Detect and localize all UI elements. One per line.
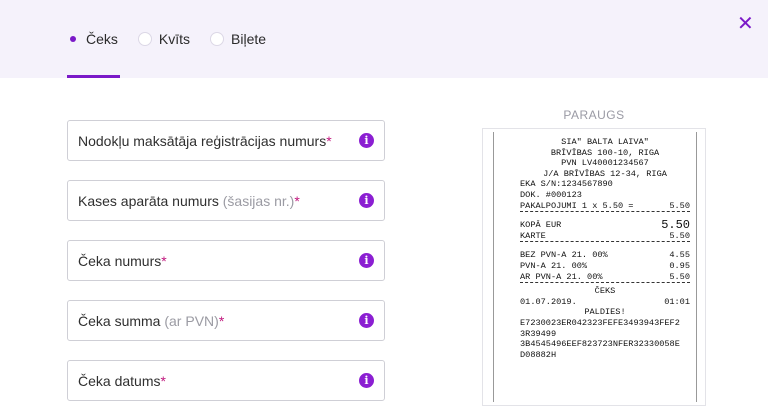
info-icon[interactable]: i	[359, 373, 374, 388]
receipt-total-row: KOPĀ EUR 5.50	[520, 218, 690, 233]
receipt-dok: DOK. #000123	[520, 189, 582, 200]
cash-register-number-field[interactable]: Kases aparāta numurs (šasijas nr.)* i	[67, 180, 385, 221]
receipt-company: SIA" BALTA LAIVA"	[561, 137, 649, 147]
receipt-amount-field[interactable]: Čeka summa (ar PVN)* i	[67, 300, 385, 341]
receipt-code: E7230023ER042323FEFE3493943FEF2	[520, 317, 680, 328]
field-label: Čeka datums*	[78, 373, 166, 389]
receipt-pvn: PVN LV40001234567	[561, 158, 649, 169]
field-label: Čeka summa (ar PVN)*	[78, 313, 225, 329]
sample-receipt: SIA" BALTA LAIVA" BRĪVĪBAS 100-10, RIGA …	[482, 128, 706, 406]
radio-empty-icon[interactable]	[210, 32, 225, 46]
receipt-card-row: KARTE 5.50	[520, 230, 690, 243]
receipt-date-field[interactable]: Čeka datums* i	[67, 360, 385, 401]
receipt-code: 3B4545496EEF823723NFER32330058E	[520, 339, 680, 350]
tab-label: Kvīts	[158, 31, 191, 47]
close-icon[interactable]: ✕	[737, 14, 754, 34]
receipt-paper: SIA" BALTA LAIVA" BRĪVĪBAS 100-10, RIGA …	[493, 132, 697, 402]
tab-kvits[interactable]: Kvīts	[137, 31, 191, 47]
receipt-address: J/A BRĪVĪBAS 12-34, RIGA	[543, 168, 667, 179]
tab-label: Čeks	[86, 31, 118, 47]
info-icon[interactable]: i	[359, 313, 374, 328]
receipt-datetime-row: 01.07.2019. 01:01	[520, 296, 690, 307]
receipt-thanks: PALDIES!	[584, 307, 626, 318]
receipt-code: 3R39499	[520, 328, 557, 339]
receipt-code: D08882H	[520, 349, 557, 360]
info-icon[interactable]: i	[359, 193, 374, 208]
info-icon[interactable]: i	[359, 133, 374, 148]
radio-selected-icon[interactable]	[67, 32, 79, 46]
radio-empty-icon[interactable]	[137, 32, 152, 46]
receipt-vat-row: PVN-A 21. 00% 0.95	[520, 260, 690, 271]
receipt-vat-row: AR PVN-A 21. 00% 5.50	[520, 271, 690, 284]
active-tab-underline	[67, 75, 120, 78]
field-label: Nodokļu maksātāja reģistrācijas numurs*	[78, 133, 332, 149]
tab-bilete[interactable]: Biļete	[210, 31, 266, 47]
receipt-number-field[interactable]: Čeka numurs* i	[67, 240, 385, 281]
receipt-type-tabs: Čeks Kvīts Biļete	[67, 0, 286, 78]
receipt-eka: EKA S/N:1234567890	[520, 179, 613, 190]
receipt-type: ČEKS	[594, 286, 616, 297]
receipt-vat-row: BEZ PVN-A 21. 00% 4.55	[520, 250, 690, 261]
receipt-service-row: PAKALPOJUMI 1 x 5.50 = 5.50	[520, 200, 690, 213]
tab-label: Biļete	[231, 31, 267, 47]
tax-registration-number-field[interactable]: Nodokļu maksātāja reģistrācijas numurs* …	[67, 120, 385, 161]
field-label: Čeka numurs*	[78, 253, 167, 269]
tab-ceks[interactable]: Čeks	[67, 31, 118, 47]
info-icon[interactable]: i	[359, 253, 374, 268]
receipt-address: BRĪVĪBAS 100-10, RIGA	[550, 147, 660, 158]
field-label: Kases aparāta numurs (šasijas nr.)*	[78, 193, 300, 209]
sample-title: PARAUGS	[563, 108, 625, 122]
